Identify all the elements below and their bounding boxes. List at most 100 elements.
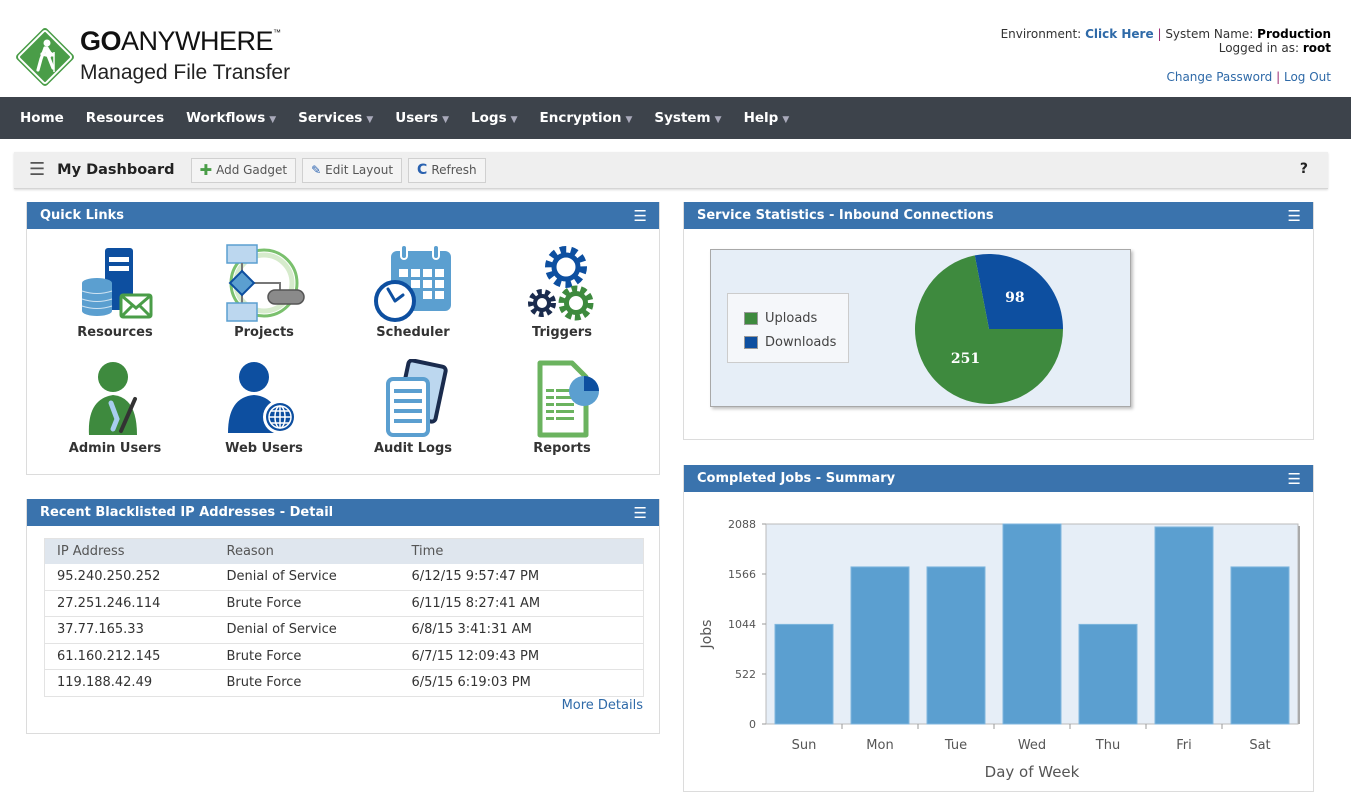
plus-icon: ✚ — [199, 161, 213, 179]
nav-label: Home — [20, 110, 64, 126]
x-tick-label: Wed — [1018, 738, 1046, 753]
nav-label: Logs — [471, 110, 507, 126]
nav-help[interactable]: Help ▼ — [744, 110, 790, 126]
triggers-icon — [528, 246, 594, 321]
x-tick-label: Mon — [866, 738, 893, 753]
cell-time: 6/8/15 3:41:31 AM — [399, 616, 644, 644]
cell-ip: 95.240.250.252 — [44, 563, 215, 591]
table-row[interactable]: 37.77.165.33 Denial of Service 6/8/15 3:41… — [44, 616, 644, 644]
cell-ip: 61.160.212.145 — [44, 643, 215, 670]
nav-workflows[interactable]: Workflows ▼ — [186, 110, 276, 126]
table-row[interactable]: 27.251.246.114 Brute Force 6/11/15 8:27:41… — [44, 590, 644, 617]
separator: | — [1157, 27, 1162, 41]
y-tick-label: 1044 — [728, 618, 756, 631]
separator: | — [1276, 70, 1281, 84]
logo-wordmark: GOANYWHERE™ — [80, 26, 281, 57]
nav-label: Resources — [85, 110, 165, 126]
blacklisted-ip-panel: Recent Blacklisted IP Addresses - Detail… — [26, 499, 660, 734]
table-row[interactable]: 61.160.212.145 Brute Force 6/7/15 12:09:43… — [44, 643, 644, 670]
nav-encryption[interactable]: Encryption ▼ — [540, 110, 633, 126]
more-details-link[interactable]: More Details — [562, 698, 643, 713]
bar-sat[interactable] — [1230, 566, 1290, 725]
pie-chart: Uploads Downloads 98 251 — [710, 249, 1131, 407]
menu-icon[interactable]: ☰ — [29, 161, 45, 179]
button-label: Edit Layout — [325, 163, 394, 177]
panel-menu-icon[interactable]: ☰ — [634, 207, 647, 225]
bar-chart: 0 522 1044 1566 2088 Sun Mon Tue Wed Thu Fri Sat Day… — [699, 518, 1300, 781]
panel-menu-icon[interactable]: ☰ — [634, 504, 647, 522]
panel-header: Quick Links ☰ — [27, 202, 659, 229]
nav-services[interactable]: Services ▼ — [298, 110, 373, 126]
quick-link-projects[interactable]: Projects — [189, 243, 339, 340]
x-axis-label: Day of Week — [985, 763, 1080, 781]
completed-jobs-panel: Completed Jobs - Summary ☰ 0 522 1044 1566 2… — [683, 465, 1314, 792]
column-header-reason[interactable]: Reason — [214, 538, 400, 564]
quick-link-web-users[interactable]: Web Users — [189, 359, 339, 456]
panel-header: Completed Jobs - Summary ☰ — [684, 465, 1313, 492]
help-button[interactable]: ? — [1300, 161, 1308, 177]
nav-resources[interactable]: Resources — [86, 110, 164, 126]
quick-link-scheduler[interactable]: Scheduler — [338, 243, 488, 340]
quick-link-triggers[interactable]: Triggers — [487, 243, 637, 340]
quick-links-panel: Quick Links ☰ Resources Projects Schedul… — [26, 202, 660, 475]
nav-label: System — [654, 110, 711, 126]
scheduler-icon — [374, 244, 451, 322]
bar-mon[interactable] — [850, 566, 910, 725]
account-links: Change Password | Log Out — [1166, 70, 1331, 84]
nav-logs[interactable]: Logs ▼ — [471, 110, 518, 126]
bar-wed[interactable] — [1002, 523, 1062, 725]
add-gadget-button[interactable]: ✚ Add Gadget — [190, 157, 297, 183]
panel-menu-icon[interactable]: ☰ — [1288, 207, 1301, 225]
column-header-ip[interactable]: IP Address — [44, 538, 215, 564]
nav-users[interactable]: Users ▼ — [395, 110, 449, 126]
panel-menu-icon[interactable]: ☰ — [1288, 470, 1301, 488]
quick-link-label: Projects — [234, 325, 294, 340]
bar-thu[interactable] — [1078, 623, 1138, 725]
x-tick-label: Sat — [1249, 738, 1270, 753]
cell-reason: Brute Force — [214, 643, 400, 670]
goanywhere-logo-icon[interactable] — [14, 26, 76, 92]
bar-tue[interactable] — [926, 566, 986, 725]
environment-link[interactable]: Click Here — [1085, 27, 1154, 41]
y-tick-label: 522 — [735, 668, 756, 681]
cell-time: 6/5/15 6:19:03 PM — [399, 669, 644, 697]
column-header-time[interactable]: Time — [399, 538, 644, 564]
table-row[interactable]: 95.240.250.252 Denial of Service 6/12/15 9… — [44, 563, 644, 591]
resources-icon — [81, 248, 153, 319]
header: GOANYWHERE™ Managed File Transfer Enviro… — [0, 0, 1351, 97]
change-password-link[interactable]: Change Password — [1166, 70, 1272, 84]
pie-data-label: 251 — [951, 351, 980, 367]
logo-tm: ™ — [273, 28, 281, 37]
quick-link-reports[interactable]: Reports — [487, 359, 637, 456]
table-row[interactable]: 119.188.42.49 Brute Force 6/5/15 6:19:03 P… — [44, 669, 644, 697]
quick-link-admin-users[interactable]: Admin Users — [40, 359, 190, 456]
refresh-icon: C — [417, 162, 428, 178]
main-nav: Home Resources Workflows ▼ Services ▼ User… — [0, 97, 1351, 139]
quick-link-audit-logs[interactable]: Audit Logs — [338, 359, 488, 456]
nav-label: Users — [395, 110, 439, 126]
x-tick-label: Tue — [944, 738, 967, 753]
quick-link-label: Web Users — [225, 441, 303, 456]
panel-header: Recent Blacklisted IP Addresses - Detail… — [27, 499, 659, 526]
log-out-link[interactable]: Log Out — [1284, 70, 1331, 84]
nav-home[interactable]: Home — [20, 110, 64, 126]
panel-title: Recent Blacklisted IP Addresses - Detail — [40, 505, 334, 520]
cell-ip: 27.251.246.114 — [44, 590, 215, 617]
bar-fri[interactable] — [1154, 526, 1214, 725]
edit-layout-button[interactable]: ✎ Edit Layout — [302, 157, 403, 183]
bar-sun[interactable] — [774, 623, 834, 725]
quick-link-label: Admin Users — [68, 441, 162, 456]
y-axis-label: Jobs — [699, 620, 715, 650]
cell-ip: 37.77.165.33 — [44, 616, 215, 644]
panel-title: Service Statistics - Inbound Connections — [697, 208, 994, 223]
cell-time: 6/11/15 8:27:41 AM — [399, 590, 644, 617]
refresh-button[interactable]: C Refresh — [408, 157, 486, 183]
table-header-row: IP Address Reason Time — [44, 538, 644, 564]
nav-system[interactable]: System ▼ — [654, 110, 721, 126]
cell-reason: Brute Force — [214, 669, 400, 697]
system-name-label: System Name: — [1165, 27, 1254, 41]
quick-link-label: Triggers — [532, 325, 592, 340]
reports-icon — [537, 360, 599, 438]
cell-reason: Brute Force — [214, 590, 400, 617]
quick-link-resources[interactable]: Resources — [40, 243, 190, 340]
